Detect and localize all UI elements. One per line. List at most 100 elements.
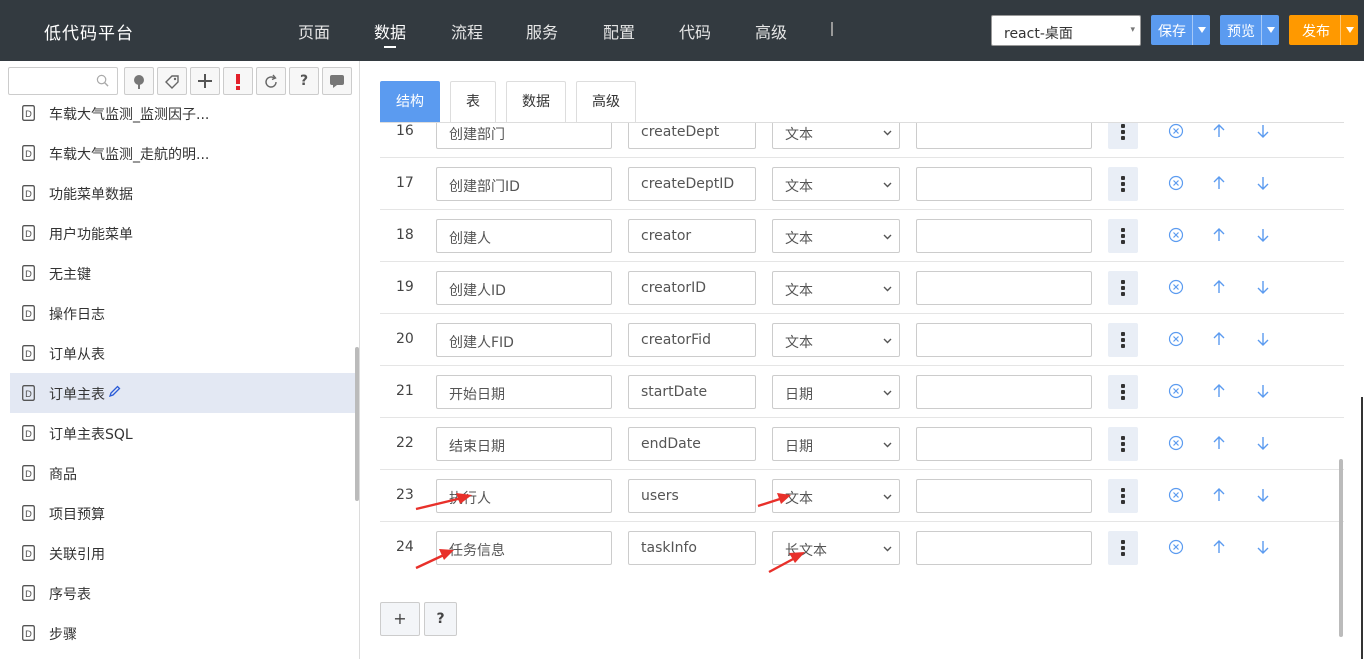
tree-item[interactable]: D 用户功能菜单 xyxy=(10,213,356,253)
arrow-down-icon[interactable] xyxy=(1255,383,1271,399)
tab-structure[interactable]: 结构 xyxy=(380,81,440,123)
arrow-down-icon[interactable] xyxy=(1255,331,1271,347)
delete-circle-icon[interactable] xyxy=(1168,175,1184,191)
field-code-input[interactable]: endDate xyxy=(628,427,756,461)
tree-item[interactable]: D 车载大气监测_走航的明... xyxy=(10,133,356,173)
field-extra-input[interactable] xyxy=(916,323,1092,357)
arrow-down-icon[interactable] xyxy=(1255,435,1271,451)
tree-item[interactable]: D 商品 xyxy=(10,453,356,493)
field-extra-input[interactable] xyxy=(916,271,1092,305)
tree-item[interactable]: D 订单主表SQL xyxy=(10,413,356,453)
field-type-select[interactable]: 日期 xyxy=(772,375,900,409)
delete-circle-icon[interactable] xyxy=(1168,123,1184,139)
arrow-down-icon[interactable] xyxy=(1255,175,1271,191)
field-name-input[interactable]: 开始日期 xyxy=(436,375,612,409)
field-code-input[interactable]: creatorID xyxy=(628,271,756,305)
tree-item[interactable]: D 订单从表 xyxy=(10,333,356,373)
nav-pages[interactable]: 页面 xyxy=(298,19,330,43)
save-dropdown-icon[interactable] xyxy=(1192,15,1210,45)
tree-item[interactable]: D 步骤 xyxy=(10,613,356,653)
tab-advanced[interactable]: 高级 xyxy=(576,81,636,123)
arrow-up-icon[interactable] xyxy=(1211,487,1227,503)
nav-advanced[interactable]: 高级 xyxy=(755,19,787,43)
arrow-down-icon[interactable] xyxy=(1255,279,1271,295)
arrow-down-icon[interactable] xyxy=(1255,487,1271,503)
more-options-button[interactable] xyxy=(1108,123,1138,149)
arrow-up-icon[interactable] xyxy=(1211,123,1227,139)
tab-table[interactable]: 表 xyxy=(450,81,496,123)
more-options-button[interactable] xyxy=(1108,531,1138,565)
tree-button[interactable] xyxy=(124,67,154,95)
arrow-up-icon[interactable] xyxy=(1211,435,1227,451)
nav-data[interactable]: 数据 xyxy=(374,19,406,48)
tree-item-selected[interactable]: D 订单主表 xyxy=(10,373,356,413)
nav-code[interactable]: 代码 xyxy=(679,19,711,43)
project-select[interactable]: react-桌面 ▾ xyxy=(991,15,1141,46)
field-code-input[interactable]: startDate xyxy=(628,375,756,409)
more-options-button[interactable] xyxy=(1108,479,1138,513)
field-extra-input[interactable] xyxy=(916,427,1092,461)
arrow-up-icon[interactable] xyxy=(1211,279,1227,295)
arrow-up-icon[interactable] xyxy=(1211,227,1227,243)
field-code-input[interactable]: createDept xyxy=(628,123,756,149)
publish-button[interactable]: 发布 xyxy=(1289,15,1358,45)
delete-circle-icon[interactable] xyxy=(1168,435,1184,451)
tree-item[interactable]: D 无主键 xyxy=(10,253,356,293)
pencil-icon[interactable] xyxy=(109,385,121,397)
more-options-button[interactable] xyxy=(1108,427,1138,461)
field-type-select[interactable]: 文本 xyxy=(772,123,900,149)
tree-item[interactable]: D 序号表 xyxy=(10,573,356,613)
preview-button[interactable]: 预览 xyxy=(1220,15,1279,45)
field-type-select[interactable]: 文本 xyxy=(772,479,900,513)
field-extra-input[interactable] xyxy=(916,531,1092,565)
delete-circle-icon[interactable] xyxy=(1168,227,1184,243)
field-name-input[interactable]: 创建人FID xyxy=(436,323,612,357)
tree-item[interactable]: D 功能菜单数据 xyxy=(10,173,356,213)
nav-config[interactable]: 配置 xyxy=(603,19,635,43)
warning-button[interactable] xyxy=(223,67,253,95)
arrow-up-icon[interactable] xyxy=(1211,383,1227,399)
field-code-input[interactable]: taskInfo xyxy=(628,531,756,565)
field-type-select[interactable]: 日期 xyxy=(772,427,900,461)
tree-item[interactable]: D 项目预算 xyxy=(10,493,356,533)
delete-circle-icon[interactable] xyxy=(1168,539,1184,555)
more-options-button[interactable] xyxy=(1108,219,1138,253)
more-options-button[interactable] xyxy=(1108,271,1138,305)
tree-item[interactable]: D 操作日志 xyxy=(10,293,356,333)
save-button[interactable]: 保存 xyxy=(1151,15,1210,45)
field-name-input[interactable]: 创建部门ID xyxy=(436,167,612,201)
field-type-select[interactable]: 长文本 xyxy=(772,531,900,565)
nav-service[interactable]: 服务 xyxy=(526,19,558,43)
preview-dropdown-icon[interactable] xyxy=(1261,15,1279,45)
field-extra-input[interactable] xyxy=(916,479,1092,513)
field-name-input[interactable]: 创建人 xyxy=(436,219,612,253)
field-name-input[interactable]: 创建部门 xyxy=(436,123,612,149)
arrow-down-icon[interactable] xyxy=(1255,227,1271,243)
arrow-down-icon[interactable] xyxy=(1255,123,1271,139)
tree-item[interactable]: D 车载大气监测_监测因子... xyxy=(10,93,356,133)
field-code-input[interactable]: createDeptID xyxy=(628,167,756,201)
field-type-select[interactable]: 文本 xyxy=(772,323,900,357)
help-button[interactable]: ? xyxy=(424,602,457,636)
field-type-select[interactable]: 文本 xyxy=(772,271,900,305)
tree-item[interactable]: D 关联引用 xyxy=(10,533,356,573)
comment-button[interactable] xyxy=(322,67,352,95)
tab-data[interactable]: 数据 xyxy=(506,81,566,123)
field-type-select[interactable]: 文本 xyxy=(772,219,900,253)
nav-flow[interactable]: 流程 xyxy=(451,19,483,43)
search-input[interactable] xyxy=(8,67,118,95)
field-code-input[interactable]: creator xyxy=(628,219,756,253)
more-options-button[interactable] xyxy=(1108,375,1138,409)
field-code-input[interactable]: creatorFid xyxy=(628,323,756,357)
field-extra-input[interactable] xyxy=(916,167,1092,201)
nav-overflow-item[interactable] xyxy=(830,22,836,38)
field-name-input[interactable]: 执行人 xyxy=(436,479,612,513)
delete-circle-icon[interactable] xyxy=(1168,331,1184,347)
arrow-down-icon[interactable] xyxy=(1255,539,1271,555)
main-scrollbar[interactable] xyxy=(1339,459,1343,637)
help-button[interactable]: ? xyxy=(289,67,319,95)
field-code-input[interactable]: users xyxy=(628,479,756,513)
field-extra-input[interactable] xyxy=(916,219,1092,253)
more-options-button[interactable] xyxy=(1108,323,1138,357)
delete-circle-icon[interactable] xyxy=(1168,487,1184,503)
